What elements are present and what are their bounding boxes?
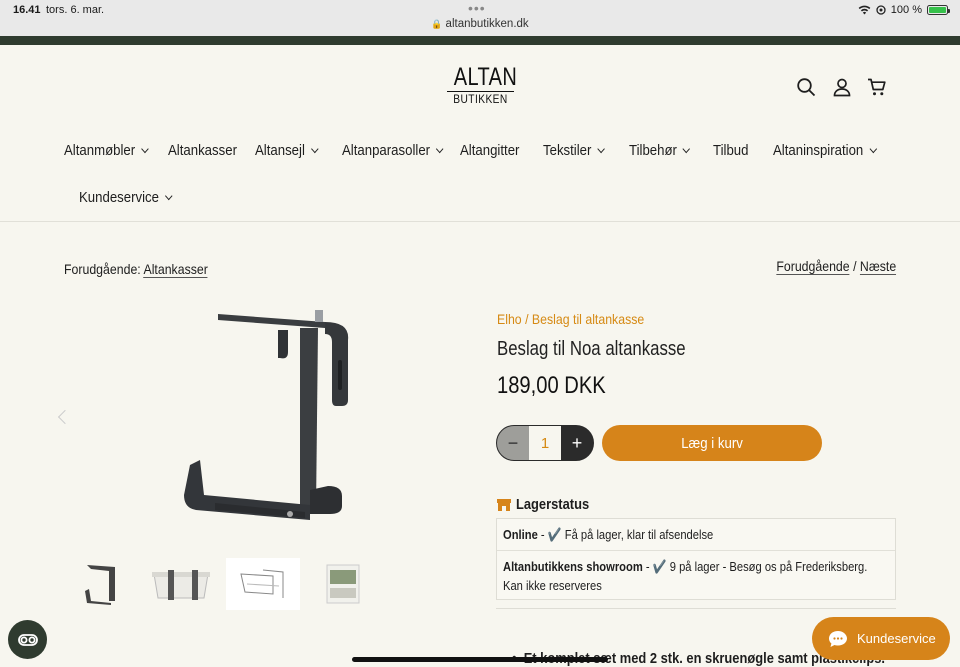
stock-location: Altanbutikkens showroom — [503, 559, 643, 574]
site-logo[interactable]: ALTAN BUTIKKEN — [447, 63, 518, 106]
nav-item-tilbud[interactable]: Tilbud — [713, 142, 748, 159]
chevron-down-icon — [436, 144, 444, 154]
stock-row-showroom: Altanbutikkens showroom - ✔️ 9 på lager … — [497, 557, 895, 595]
add-to-cart-label: Læg i kurv — [681, 434, 743, 452]
chevron-down-icon — [869, 144, 877, 154]
nav-item-altanparasoller[interactable]: Altanparasoller — [342, 142, 444, 159]
chevron-down-icon — [141, 144, 149, 154]
announcement-strip — [0, 36, 960, 45]
clock: 16.41 — [13, 4, 41, 16]
account-icon[interactable] — [832, 77, 852, 97]
battery-icon — [927, 5, 950, 15]
search-icon[interactable] — [796, 77, 816, 97]
nav-label: Tilbehør — [629, 142, 677, 159]
logo-sub-text: BUTIKKEN — [453, 92, 508, 106]
nav-label: Altanparasoller — [342, 142, 431, 159]
home-indicator — [352, 657, 608, 662]
breadcrumb-link-altankasser[interactable]: Altankasser — [143, 261, 208, 278]
quantity-decrease-button[interactable]: − — [497, 426, 529, 460]
cart-icon[interactable] — [867, 77, 887, 97]
section-divider — [496, 608, 896, 609]
more-dots-icon[interactable]: ••• — [468, 0, 486, 16]
nav-label: Altansejl — [255, 142, 305, 159]
nav-item-kundeservice[interactable]: Kundeservice — [79, 189, 173, 206]
nav-item-altankasser[interactable]: Altankasser — [168, 142, 237, 159]
gallery-prev-arrow-icon[interactable] — [57, 409, 73, 425]
product-vendor-link[interactable]: Elho / Beslag til altankasse — [497, 311, 644, 327]
stock-table: Online - ✔️ Få på lager, klar til afsend… — [496, 518, 896, 600]
nav-item-altaninspiration[interactable]: Altaninspiration — [773, 142, 877, 159]
nav-item-tilbehor[interactable]: Tilbehør — [629, 142, 691, 159]
nav-item-tekstiler[interactable]: Tekstiler — [543, 142, 605, 159]
stock-row-online: Online - ✔️ Få på lager, klar til afsend… — [497, 525, 895, 544]
chevron-down-icon — [164, 191, 173, 201]
chevron-down-icon — [310, 144, 319, 154]
thumbnail-2[interactable] — [144, 558, 218, 610]
quantity-stepper: − 1 + — [496, 425, 594, 461]
product-pager: Forudgående / Næste — [776, 258, 896, 275]
thumbnail-3[interactable] — [226, 558, 300, 610]
nav-label: Altangitter — [460, 142, 520, 159]
logo-main-text: ALTAN — [453, 63, 518, 91]
pager-separator: / — [852, 258, 857, 274]
thumbnail-4[interactable] — [306, 558, 380, 610]
store-icon — [497, 498, 511, 511]
nav-label: Altankasser — [168, 142, 237, 159]
accessibility-toggle-button[interactable] — [8, 620, 47, 659]
breadcrumb-prefix: Forudgående: — [64, 261, 141, 277]
status-icons: 100 % — [858, 4, 950, 16]
pager-next-link[interactable]: Næste — [859, 258, 896, 275]
quantity-input[interactable]: 1 — [529, 426, 561, 460]
address-bar[interactable]: 🔒 altanbutikken.dk — [0, 18, 960, 30]
stock-heading-text: Lagerstatus — [516, 496, 590, 513]
product-price: 189,00 DKK — [497, 372, 606, 399]
date: tors. 6. mar. — [46, 4, 105, 16]
nav-label: Altanmøbler — [64, 142, 136, 159]
stock-heading: Lagerstatus — [497, 496, 601, 513]
site-header: ALTAN BUTIKKEN Altanmøbler Altankasser A… — [0, 45, 960, 222]
toggle-icon — [17, 633, 38, 646]
quantity-increase-button[interactable]: + — [561, 426, 593, 460]
nav-item-altansejl[interactable]: Altansejl — [255, 142, 319, 159]
nav-label: Tilbud — [713, 142, 749, 159]
nav-item-altanmobler[interactable]: Altanmøbler — [64, 142, 149, 159]
nav-item-altangitter[interactable]: Altangitter — [460, 142, 519, 159]
stock-location: Online — [503, 527, 538, 542]
product-title: Beslag til Noa altankasse — [497, 338, 686, 360]
chevron-down-icon — [597, 144, 605, 154]
nav-label: Kundeservice — [79, 189, 159, 206]
ios-status-bar: 16.41 tors. 6. mar. ••• 🔒 altanbutikken.d… — [0, 0, 960, 36]
battery-percent: 100 % — [890, 4, 922, 16]
chat-button-label: Kundeservice — [857, 631, 936, 646]
thumbnail-1[interactable] — [64, 558, 138, 610]
chevron-down-icon — [682, 144, 691, 154]
url-text: altanbutikken.dk — [445, 18, 529, 30]
stock-status: - ✔️ Få på lager, klar til afsendelse — [537, 527, 714, 542]
stock-divider — [497, 550, 895, 551]
wifi-icon — [858, 5, 871, 15]
nav-label: Altaninspiration — [773, 142, 864, 159]
add-to-cart-button[interactable]: Læg i kurv — [602, 425, 822, 461]
lock-icon: 🔒 — [431, 19, 443, 29]
product-main-image[interactable] — [160, 300, 360, 540]
orientation-lock-icon — [876, 5, 886, 15]
nav-label: Tekstiler — [543, 142, 592, 159]
breadcrumb: Forudgående: Altankasser — [64, 261, 208, 278]
customer-service-chat-button[interactable]: Kundeservice — [812, 617, 950, 660]
chat-icon — [829, 630, 847, 647]
pager-previous-link[interactable]: Forudgående — [776, 258, 850, 275]
